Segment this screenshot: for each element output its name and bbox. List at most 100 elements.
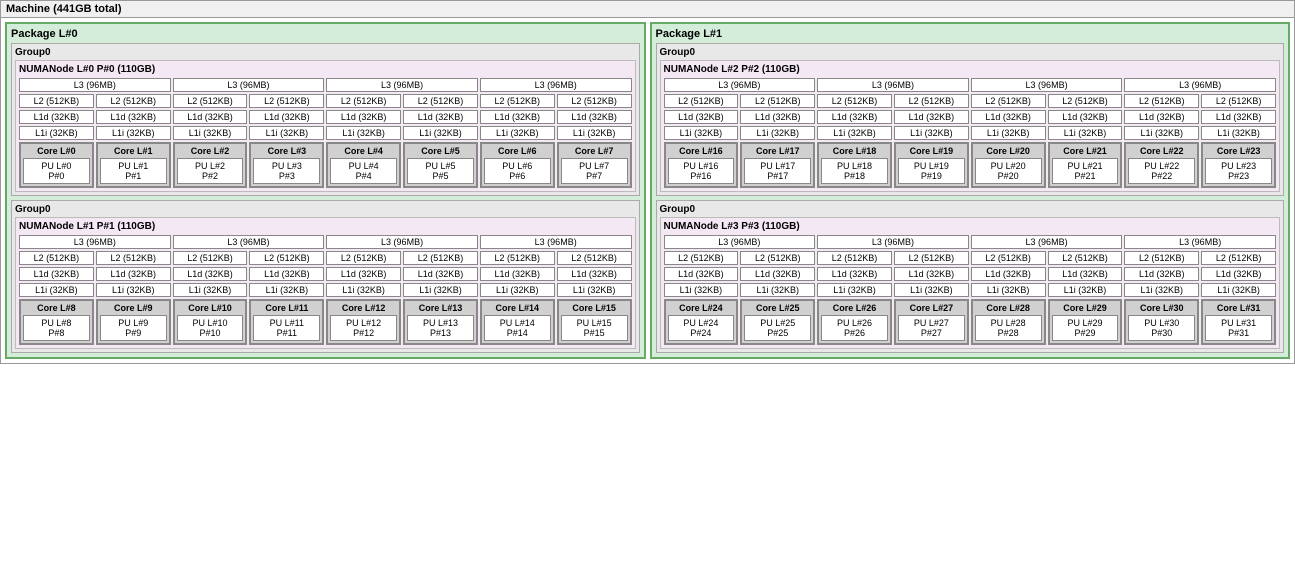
pu-cell: PU L#18 P#18 [821, 158, 888, 184]
l3-cell: L3 (96MB) [817, 235, 969, 249]
pu-cell: PU L#4 P#4 [330, 158, 397, 184]
l3-cell: L3 (96MB) [664, 235, 816, 249]
l3-cell: L3 (96MB) [19, 78, 171, 92]
pu-cell: PU L#26 P#26 [821, 315, 888, 341]
l3-cell: L3 (96MB) [173, 235, 325, 249]
core-title: Core L#2 [177, 146, 244, 156]
core-title: Core L#25 [744, 303, 811, 313]
core-title: Core L#26 [821, 303, 888, 313]
l1i-cell: L1i (32KB) [249, 126, 324, 140]
core-block: Core L#31PU L#31 P#31 [1201, 299, 1276, 345]
l2-cell: L2 (512KB) [173, 94, 248, 108]
core-title: Core L#13 [407, 303, 474, 313]
l1i-cell: L1i (32KB) [326, 126, 401, 140]
l3-cell: L3 (96MB) [1124, 235, 1276, 249]
pu-cell: PU L#10 P#10 [177, 315, 244, 341]
core-title: Core L#7 [561, 146, 628, 156]
l1d-cell: L1d (32KB) [971, 110, 1046, 124]
l3-cell: L3 (96MB) [173, 78, 325, 92]
l2-cell: L2 (512KB) [557, 94, 632, 108]
core-block: Core L#26 PU L#26 P#26 [817, 299, 892, 345]
l2-cell: L2 (512KB) [1048, 251, 1123, 265]
core-block: Core L#10PU L#10 P#10 [173, 299, 248, 345]
l1d-cell: L1d (32KB) [1124, 110, 1199, 124]
pu-cell: PU L#13 P#13 [407, 315, 474, 341]
l2-cell: L2 (512KB) [664, 251, 739, 265]
group-title: Group0 [15, 47, 636, 58]
pu-cell: PU L#22 P#22 [1128, 158, 1195, 184]
group-0-1: Group0NUMANode L#1 P#1 (110GB)L3 (96MB)L… [11, 200, 640, 353]
core-block: Core L#1PU L#1 P#1 [96, 142, 171, 188]
l3-cell: L3 (96MB) [326, 78, 478, 92]
l2-cell: L2 (512KB) [326, 251, 401, 265]
machine-title: Machine (441GB total) [0, 0, 1295, 18]
l1i-cell: L1i (32KB) [403, 126, 478, 140]
pu-cell: PU L#27 P#27 [898, 315, 965, 341]
core-title: Core L#12 [330, 303, 397, 313]
l1i-cell: L1i (32KB) [557, 283, 632, 297]
l1d-cell: L1d (32KB) [96, 110, 171, 124]
core-block: Core L#11PU L#11 P#11 [249, 299, 324, 345]
l1d-cell: L1d (32KB) [480, 110, 555, 124]
l2-cell: L2 (512KB) [1201, 94, 1276, 108]
core-title: Core L#4 [330, 146, 397, 156]
pu-cell: PU L#30 P#30 [1128, 315, 1195, 341]
cores-row: Core L#0PU L#0 P#0Core L#1PU L#1 P#1 Core… [19, 142, 632, 188]
l3-cell: L3 (96MB) [480, 235, 632, 249]
l1i-cell: L1i (32KB) [96, 283, 171, 297]
pu-cell: PU L#23 P#23 [1205, 158, 1272, 184]
l1d-cell: L1d (32KB) [740, 267, 815, 281]
l1i-cell: L1i (32KB) [19, 283, 94, 297]
pu-cell: PU L#2 P#2 [177, 158, 244, 184]
pu-cell: PU L#8 P#8 [23, 315, 90, 341]
l1i-cell: L1i (32KB) [817, 126, 892, 140]
l2-cell: L2 (512KB) [249, 251, 324, 265]
l1i-row: L1i (32KB)L1i (32KB)L1i (32KB)L1i (32KB)… [19, 283, 632, 297]
l2-cell: L2 (512KB) [971, 251, 1046, 265]
core-block: Core L#16PU L#16 P#16 [664, 142, 739, 188]
l1i-cell: L1i (32KB) [1048, 126, 1123, 140]
group-1-1: Group0NUMANode L#3 P#3 (110GB)L3 (96MB)L… [656, 200, 1285, 353]
core-block: Core L#25PU L#25 P#25 [740, 299, 815, 345]
core-block: Core L#14PU L#14 P#14 [480, 299, 555, 345]
core-block: Core L#5PU L#5 P#5 [403, 142, 478, 188]
l2-cell: L2 (512KB) [740, 251, 815, 265]
l2-cell: L2 (512KB) [1124, 94, 1199, 108]
l1d-cell: L1d (32KB) [173, 110, 248, 124]
core-title: Core L#18 [821, 146, 888, 156]
l1i-cell: L1i (32KB) [1201, 126, 1276, 140]
core-title: Core L#21 [1052, 146, 1119, 156]
l2-cell: L2 (512KB) [19, 251, 94, 265]
l1d-row: L1d (32KB)L1d (32KB)L1d (32KB)L1d (32KB)… [664, 110, 1277, 124]
l1d-cell: L1d (32KB) [19, 267, 94, 281]
l1i-cell: L1i (32KB) [817, 283, 892, 297]
machine-body: Package L#0Group0NUMANode L#0 P#0 (110GB… [0, 18, 1295, 364]
l1d-cell: L1d (32KB) [894, 110, 969, 124]
numa-node: NUMANode L#1 P#1 (110GB)L3 (96MB)L3 (96M… [15, 217, 636, 349]
l1i-cell: L1i (32KB) [740, 126, 815, 140]
group-title: Group0 [660, 204, 1281, 215]
l2-cell: L2 (512KB) [817, 94, 892, 108]
l1d-cell: L1d (32KB) [1201, 110, 1276, 124]
l3-cell: L3 (96MB) [480, 78, 632, 92]
l1d-cell: L1d (32KB) [480, 267, 555, 281]
core-title: Core L#15 [561, 303, 628, 313]
l1i-cell: L1i (32KB) [971, 126, 1046, 140]
core-title: Core L#0 [23, 146, 90, 156]
l1i-cell: L1i (32KB) [1124, 283, 1199, 297]
l2-cell: L2 (512KB) [96, 94, 171, 108]
core-block: Core L#17PU L#17 P#17 [740, 142, 815, 188]
l3-row: L3 (96MB)L3 (96MB)L3 (96MB)L3 (96MB) [664, 235, 1277, 249]
core-block: Core L#7PU L#7 P#7 [557, 142, 632, 188]
l3-row: L3 (96MB)L3 (96MB)L3 (96MB)L3 (96MB) [664, 78, 1277, 92]
l1i-cell: L1i (32KB) [480, 283, 555, 297]
core-block: Core L#0PU L#0 P#0 [19, 142, 94, 188]
l1i-cell: L1i (32KB) [96, 126, 171, 140]
core-block: Core L#23PU L#23 P#23 [1201, 142, 1276, 188]
cores-row: Core L#8PU L#8 P#8Core L#9PU L#9 P#9Core… [19, 299, 632, 345]
pu-cell: PU L#21 P#21 [1052, 158, 1119, 184]
l2-cell: L2 (512KB) [1124, 251, 1199, 265]
l1d-cell: L1d (32KB) [326, 110, 401, 124]
l2-row: L2 (512KB)L2 (512KB)L2 (512KB)L2 (512KB)… [19, 94, 632, 108]
l1d-cell: L1d (32KB) [740, 110, 815, 124]
